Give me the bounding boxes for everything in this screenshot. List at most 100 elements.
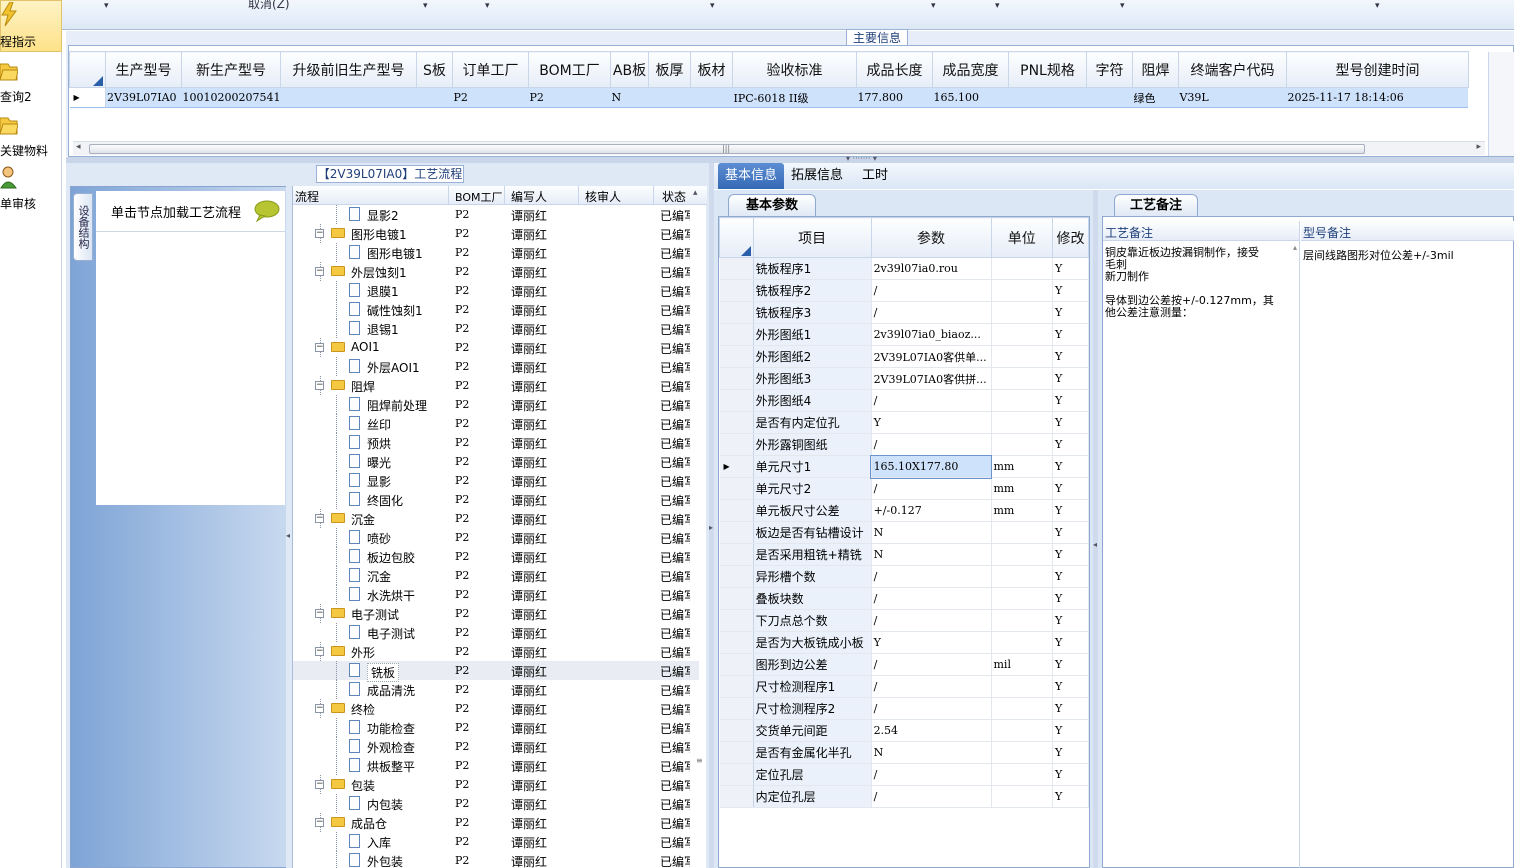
param-modified[interactable]: Y — [1052, 565, 1089, 588]
row-indicator[interactable] — [719, 301, 754, 324]
tab-process-notes[interactable]: 工艺备注 — [1114, 194, 1198, 216]
cell[interactable] — [280, 87, 417, 108]
nav-item-key-material[interactable]: 关键物料 — [0, 110, 62, 158]
chevron-down-icon[interactable]: ▾ — [104, 1, 109, 11]
collapse-icon[interactable]: − — [315, 609, 324, 618]
col-header[interactable]: 成品长度 — [855, 51, 933, 88]
row-indicator[interactable] — [719, 433, 754, 456]
param-value[interactable]: / — [871, 279, 992, 302]
row-indicator[interactable] — [719, 565, 754, 588]
collapse-icon[interactable]: − — [315, 343, 324, 352]
cell[interactable]: 2025-11-17 18:14:06 — [1286, 87, 1469, 108]
col-header[interactable]: 订单工厂 — [451, 51, 529, 88]
col-writer[interactable]: 编写人 — [511, 188, 547, 205]
col-modify[interactable]: 修改 — [1052, 217, 1089, 258]
row-indicator[interactable] — [719, 675, 754, 698]
cell[interactable] — [1008, 87, 1087, 108]
param-unit[interactable] — [991, 345, 1054, 368]
param-value[interactable]: 2V39L07IA0客供拼... — [871, 367, 992, 390]
vertical-scrollbar[interactable] — [1488, 52, 1514, 156]
param-value[interactable]: 2v39l07ia0_biaoz... — [871, 323, 992, 346]
param-row[interactable]: 是否有金属化半孔 N Y — [719, 741, 1089, 764]
row-indicator[interactable] — [719, 631, 754, 654]
chevron-down-icon[interactable]: ▾ — [485, 1, 490, 11]
cell[interactable]: P2 — [452, 87, 529, 108]
param-modified[interactable]: Y — [1052, 279, 1089, 302]
tree-node[interactable]: 外观检查 P2 谭丽红 已编写 — [293, 737, 699, 756]
param-row[interactable]: 定位孔层 / Y — [719, 763, 1089, 786]
tree-node[interactable]: 退锡1 P2 谭丽红 已编写 — [293, 319, 699, 338]
param-row[interactable]: 是否为大板铣成小板 Y Y — [719, 631, 1089, 654]
col-header[interactable]: 板厚 — [647, 51, 691, 88]
param-value[interactable]: / — [871, 653, 992, 676]
param-modified[interactable]: Y — [1052, 455, 1089, 478]
cell[interactable] — [648, 87, 691, 108]
nav-item-process-guide[interactable]: 程指示 — [0, 0, 62, 52]
param-unit[interactable] — [991, 785, 1054, 808]
param-modified[interactable]: Y — [1052, 543, 1089, 566]
row-indicator[interactable]: ▶ — [719, 455, 754, 478]
row-indicator[interactable] — [719, 367, 754, 390]
row-indicator[interactable] — [719, 345, 754, 368]
param-unit[interactable] — [991, 697, 1054, 720]
tree-node[interactable]: − 包装 P2 谭丽红 已编写 — [293, 775, 699, 794]
param-value[interactable]: / — [871, 785, 992, 808]
param-row[interactable]: 是否有内定位孔 Y Y — [719, 411, 1089, 434]
chevron-down-icon[interactable]: ▾ — [995, 1, 1000, 11]
tab-basic-info[interactable]: 基本信息 — [718, 163, 784, 189]
col-item[interactable]: 项目 — [752, 217, 872, 258]
tree-node[interactable]: 显影2 P2 谭丽红 已编写 — [293, 205, 699, 224]
row-indicator[interactable] — [719, 763, 754, 786]
param-unit[interactable] — [991, 675, 1054, 698]
tree-node[interactable]: 丝印 P2 谭丽红 已编写 — [293, 414, 699, 433]
param-row[interactable]: 外形图纸3 2V39L07IA0客供拼... Y — [719, 367, 1089, 390]
param-unit[interactable] — [991, 521, 1054, 544]
param-value[interactable]: N — [871, 521, 992, 544]
param-row[interactable]: 单元尺寸2/mm Y — [719, 477, 1089, 500]
param-row[interactable]: ▶ 单元尺寸1 165.10X177.80 mm Y — [719, 454, 1089, 479]
col-reviewer[interactable]: 核审人 — [585, 188, 621, 205]
tab-extended-info[interactable]: 拓展信息 — [788, 163, 846, 189]
tree-node[interactable]: 退膜1 P2 谭丽红 已编写 — [293, 281, 699, 300]
scroll-right-icon[interactable]: ▸ — [1476, 142, 1481, 152]
param-modified[interactable]: Y — [1052, 741, 1089, 764]
tree-node[interactable]: 喷砂 P2 谭丽红 已编写 — [293, 528, 699, 547]
chevron-down-icon[interactable]: ▾ — [931, 1, 936, 11]
param-modified[interactable]: Y — [1052, 785, 1089, 808]
cell[interactable] — [690, 87, 733, 108]
tree-node[interactable]: 电子测试 P2 谭丽红 已编写 — [293, 623, 699, 642]
tree-node[interactable]: − 外形 P2 谭丽红 已编写 — [293, 642, 699, 661]
tree-node[interactable]: 水洗烘干 P2 谭丽红 已编写 — [293, 585, 699, 604]
cell[interactable]: 165.100 — [932, 87, 1009, 108]
tree-node[interactable]: − 终检 P2 谭丽红 已编写 — [293, 699, 699, 718]
param-modified[interactable]: Y — [1052, 411, 1089, 434]
chevron-down-icon[interactable]: ▾ — [1120, 1, 1125, 11]
param-unit[interactable] — [991, 411, 1054, 434]
param-unit[interactable] — [991, 433, 1054, 456]
tree-node[interactable]: 沉金 P2 谭丽红 已编写 — [293, 566, 699, 585]
param-row[interactable]: 内定位孔层 / Y — [719, 785, 1089, 808]
cancel-button[interactable]: 取消(Z) — [248, 0, 290, 12]
param-value[interactable]: / — [871, 433, 992, 456]
param-value[interactable]: N — [871, 543, 992, 566]
scroll-up-icon[interactable]: ▴ — [1293, 243, 1297, 252]
tree-node[interactable]: 板边包胶 P2 谭丽红 已编写 — [293, 547, 699, 566]
param-value[interactable]: / — [871, 565, 992, 588]
param-row[interactable]: 异形槽个数 / Y — [719, 565, 1089, 588]
row-indicator[interactable] — [719, 499, 754, 522]
param-row[interactable]: 板边是否有钻槽设计 N Y — [719, 521, 1089, 544]
param-modified[interactable]: Y — [1052, 697, 1089, 720]
param-unit[interactable] — [991, 719, 1054, 742]
param-modified[interactable]: Y — [1052, 521, 1089, 544]
col-param[interactable]: 参数 — [870, 217, 992, 258]
chevron-down-icon[interactable]: ▾ — [1375, 1, 1380, 11]
tree-node[interactable]: − 电子测试 P2 谭丽红 已编写 — [293, 604, 699, 623]
cell[interactable]: 绿色 — [1132, 87, 1179, 108]
col-status[interactable]: 状态 — [662, 188, 686, 205]
param-unit[interactable] — [991, 631, 1054, 654]
tree-node[interactable]: 碱性蚀刻1 P2 谭丽红 已编写 — [293, 300, 699, 319]
row-indicator[interactable] — [719, 411, 754, 434]
cell[interactable]: N — [610, 87, 649, 108]
tree-node[interactable]: 终固化 P2 谭丽红 已编写 — [293, 490, 699, 509]
param-modified[interactable]: Y — [1052, 609, 1089, 632]
